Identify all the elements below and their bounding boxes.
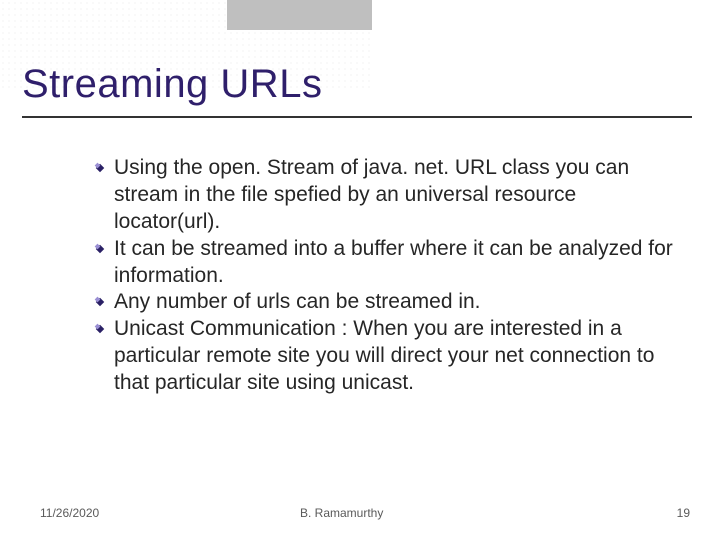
bullet-text: Unicast Communication : When you are int… — [114, 316, 674, 397]
footer-page-number: 19 — [677, 506, 690, 520]
header-shadow-bar — [227, 0, 372, 30]
list-item: Unicast Communication : When you are int… — [94, 316, 674, 397]
bullet-text: Using the open. Stream of java. net. URL… — [114, 155, 674, 236]
slide-title: Streaming URLs — [22, 62, 322, 107]
list-item: It can be streamed into a buffer where i… — [94, 236, 674, 290]
bullet-text: Any number of urls can be streamed in. — [114, 289, 674, 316]
bullet-text: It can be streamed into a buffer where i… — [114, 236, 674, 290]
title-underline — [22, 116, 692, 118]
diamond-bullet-icon — [94, 162, 106, 174]
footer-date: 11/26/2020 — [40, 506, 99, 520]
diamond-bullet-icon — [94, 323, 106, 335]
diamond-bullet-icon — [94, 296, 106, 308]
footer-author: B. Ramamurthy — [300, 506, 383, 520]
diamond-bullet-icon — [94, 243, 106, 255]
bullet-list: Using the open. Stream of java. net. URL… — [94, 155, 674, 397]
list-item: Using the open. Stream of java. net. URL… — [94, 155, 674, 236]
list-item: Any number of urls can be streamed in. — [94, 289, 674, 316]
